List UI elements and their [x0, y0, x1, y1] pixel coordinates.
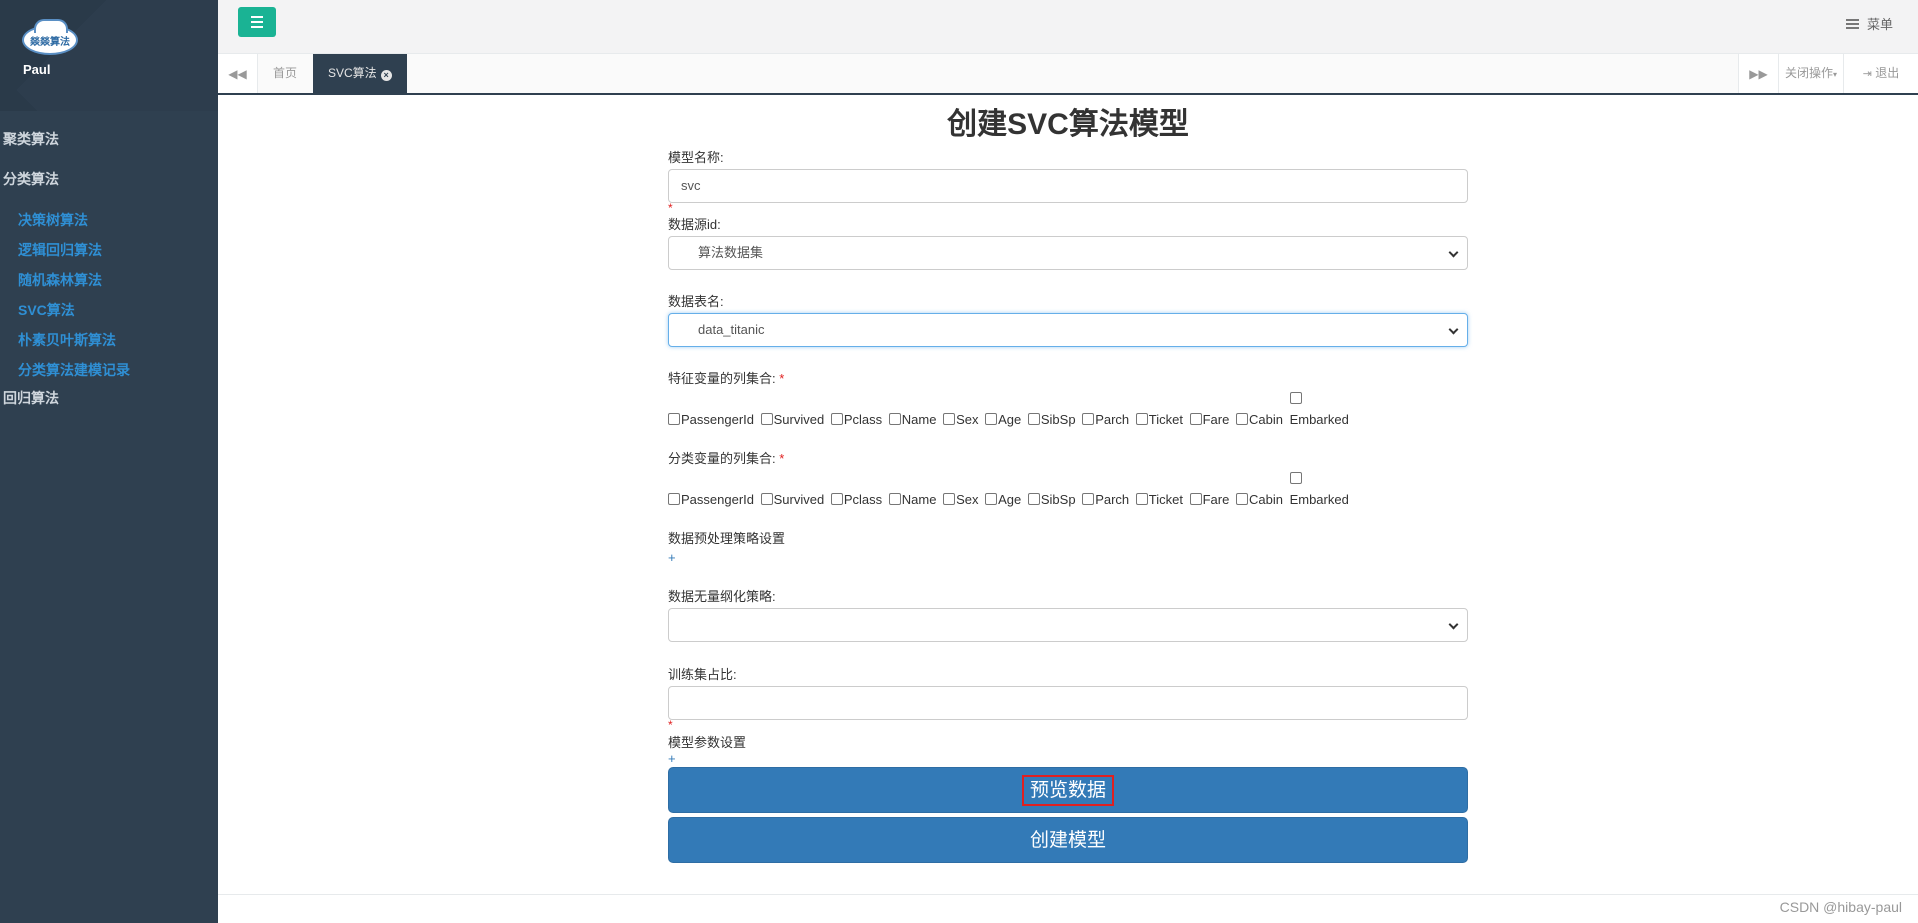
scaling-strategy-select[interactable]: [668, 608, 1468, 642]
preview-data-button[interactable]: 预览数据: [668, 767, 1468, 813]
tabs-scroll-left-icon[interactable]: ◀◀: [218, 54, 258, 93]
top-menu[interactable]: 菜单: [1845, 14, 1893, 33]
required-marker: *: [668, 718, 673, 732]
class-columns-label: 分类变量的列集合: *: [668, 450, 1468, 468]
bottom-divider: [218, 894, 1918, 895]
logout-label: 退出: [1875, 66, 1900, 80]
feature-checkbox-embarked[interactable]: Embarked: [1289, 388, 1349, 430]
feature-checkbox-pclass[interactable]: Pclass: [830, 409, 882, 430]
model-params-label: 模型参数设置: [668, 735, 747, 750]
table-name-select[interactable]: data_titanic: [668, 313, 1468, 347]
chevron-down-icon: [1448, 247, 1459, 258]
page-title: 创建SVC算法模型: [947, 108, 1189, 141]
nav-item-random-forest[interactable]: 随机森林算法: [0, 265, 218, 295]
close-operations-dropdown[interactable]: 关闭操作▾: [1778, 54, 1843, 93]
datasource-select[interactable]: 算法数据集: [668, 236, 1468, 270]
tabs-bar: ◀◀ 首页 SVC算法 × ▶▶ 关闭操作▾ ⇥ 退出: [218, 54, 1918, 95]
class-checkbox-ticket[interactable]: Ticket: [1135, 489, 1183, 510]
preview-data-label: 预览数据: [1021, 775, 1114, 806]
preprocess-label: 数据预处理策略设置: [668, 531, 786, 546]
datasource-label: 数据源id:: [668, 217, 721, 232]
datasource-selected: 算法数据集: [698, 245, 764, 260]
nav-group-clustering[interactable]: 聚类算法: [0, 119, 218, 159]
logo: 燚燚算法: [22, 19, 78, 55]
feature-checkbox-age[interactable]: Age: [985, 409, 1021, 430]
class-columns-text: 分类变量的列集合:: [668, 451, 776, 466]
sidebar: 燚燚算法 Paul 聚类算法 分类算法 决策树算法 逻辑回归算法 随机森林算法 …: [0, 0, 218, 923]
feature-checkbox-sex[interactable]: Sex: [943, 409, 978, 430]
feature-columns-label: 特征变量的列集合: *: [668, 370, 1468, 388]
add-preprocess-button[interactable]: +: [668, 548, 1468, 568]
feature-checkbox-passengerid[interactable]: PassengerId: [668, 409, 754, 430]
class-checkbox-embarked[interactable]: Embarked: [1289, 468, 1349, 510]
watermark: CSDN @hibay-paul: [1779, 899, 1902, 915]
nav-item-logistic-regression[interactable]: 逻辑回归算法: [0, 235, 218, 265]
class-checkbox-parch[interactable]: Parch: [1082, 489, 1129, 510]
required-marker: *: [779, 371, 785, 386]
feature-checkbox-cabin[interactable]: Cabin: [1235, 409, 1283, 430]
class-checkbox-cabin[interactable]: Cabin: [1235, 489, 1283, 510]
classification-submenu: 决策树算法 逻辑回归算法 随机森林算法 SVC算法 朴素贝叶斯算法 分类算法建模…: [0, 199, 218, 385]
feature-checkbox-survived[interactable]: Survived: [760, 409, 824, 430]
class-checkbox-pclass[interactable]: Pclass: [830, 489, 882, 510]
class-checkbox-fare[interactable]: Fare: [1189, 489, 1229, 510]
close-icon[interactable]: ×: [380, 70, 392, 81]
logout-icon: ⇥: [1862, 68, 1872, 80]
feature-checkbox-sibsp[interactable]: SibSp: [1027, 409, 1076, 430]
nav-item-classification-records[interactable]: 分类算法建模记录: [0, 355, 218, 385]
user-name[interactable]: Paul: [23, 62, 50, 77]
caret-down-icon: ▾: [1833, 70, 1838, 79]
chevron-down-icon: [1448, 324, 1459, 335]
required-marker: *: [668, 201, 673, 215]
class-columns-checkboxes: PassengerId Survived Pclass Name Sex Age…: [668, 468, 1468, 510]
profile-area: 燚燚算法 Paul: [0, 0, 218, 111]
table-name-label: 数据表名:: [668, 294, 724, 309]
tab-home[interactable]: 首页: [258, 54, 312, 93]
class-checkbox-age[interactable]: Age: [985, 489, 1021, 510]
nav-item-svc[interactable]: SVC算法: [0, 295, 218, 325]
required-marker: *: [779, 451, 785, 466]
train-ratio-input[interactable]: [668, 686, 1468, 720]
class-checkbox-survived[interactable]: Survived: [760, 489, 824, 510]
top-menu-label: 菜单: [1866, 17, 1893, 32]
logo-text: 燚燚算法: [30, 36, 70, 48]
scaling-strategy-selected: [681, 617, 698, 632]
class-checkbox-name[interactable]: Name: [888, 489, 936, 510]
nav-group-regression[interactable]: 回归算法: [0, 385, 218, 411]
tabs-scroll-right-icon[interactable]: ▶▶: [1738, 54, 1778, 93]
feature-checkbox-ticket[interactable]: Ticket: [1135, 409, 1183, 430]
class-checkbox-passengerid[interactable]: PassengerId: [668, 489, 754, 510]
menu-toggle-button[interactable]: [238, 7, 276, 37]
feature-checkbox-parch[interactable]: Parch: [1082, 409, 1129, 430]
train-ratio-label: 训练集占比:: [668, 667, 737, 682]
feature-checkbox-name[interactable]: Name: [888, 409, 936, 430]
tab-svc[interactable]: SVC算法 ×: [313, 54, 407, 93]
class-checkbox-sibsp[interactable]: SibSp: [1027, 489, 1076, 510]
scaling-strategy-label: 数据无量纲化策略:: [668, 589, 776, 604]
nav-item-naive-bayes[interactable]: 朴素贝叶斯算法: [0, 325, 218, 355]
close-operations-label: 关闭操作: [1784, 66, 1833, 80]
add-model-param-button[interactable]: +: [668, 752, 1468, 766]
main-content: 创建SVC算法模型 模型名称: svc * 数据源id: 算法数据集 数据表名:…: [218, 97, 1918, 894]
menu-icon: [1845, 18, 1859, 29]
logout-button[interactable]: ⇥ 退出: [1843, 54, 1918, 93]
class-checkbox-sex[interactable]: Sex: [943, 489, 978, 510]
tab-svc-label: SVC算法: [328, 66, 377, 80]
feature-columns-checkboxes: PassengerId Survived Pclass Name Sex Age…: [668, 388, 1468, 430]
table-name-selected: data_titanic: [698, 322, 765, 337]
svc-form: 模型名称: svc * 数据源id: 算法数据集 数据表名: data_tita…: [668, 149, 1468, 863]
create-model-button[interactable]: 创建模型: [668, 817, 1468, 863]
feature-checkbox-fare[interactable]: Fare: [1189, 409, 1229, 430]
chevron-down-icon: [1448, 619, 1459, 630]
nav-item-decision-tree[interactable]: 决策树算法: [0, 205, 218, 235]
feature-columns-text: 特征变量的列集合:: [668, 371, 776, 386]
top-header: 菜单: [218, 0, 1918, 54]
model-name-label: 模型名称:: [668, 150, 724, 165]
model-name-input[interactable]: svc: [668, 169, 1468, 203]
nav-group-classification[interactable]: 分类算法: [0, 159, 218, 199]
